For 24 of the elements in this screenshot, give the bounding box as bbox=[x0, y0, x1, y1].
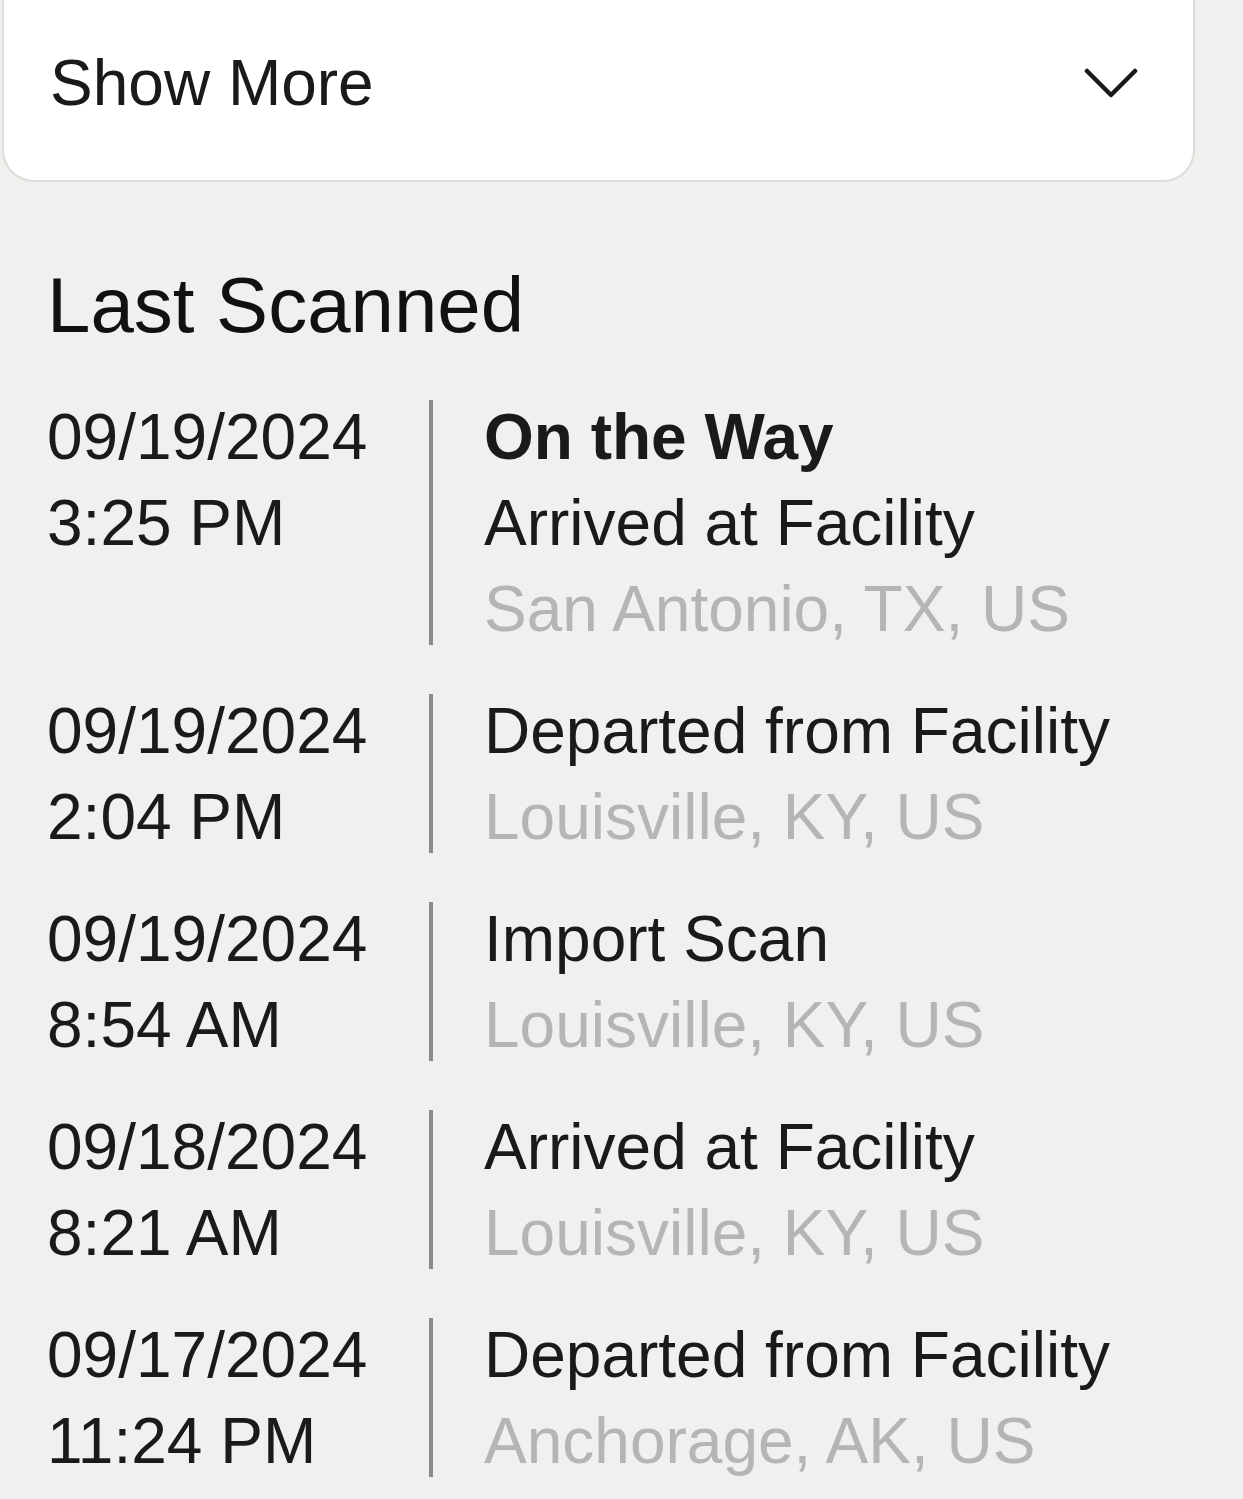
scan-date: 09/18/2024 bbox=[47, 1110, 369, 1185]
scan-date: 09/19/2024 bbox=[47, 400, 369, 475]
scan-event: Departed from Facility bbox=[484, 694, 1110, 769]
scan-location: Louisville, KY, US bbox=[484, 1196, 985, 1271]
scan-location: Louisville, KY, US bbox=[484, 780, 986, 855]
scan-event: Arrived at Facility bbox=[484, 486, 976, 561]
scan-event: Arrived at Facility bbox=[484, 1110, 976, 1185]
scan-date: 09/19/2024 bbox=[47, 902, 369, 977]
scan-event: Import Scan bbox=[484, 902, 831, 977]
scan-location: Anchorage, AK, US bbox=[484, 1404, 1037, 1479]
scan-time: 3:25 PM bbox=[47, 486, 287, 561]
scan-time: 8:54 AM bbox=[47, 988, 283, 1063]
scan-event: Departed from Facility bbox=[484, 1318, 1110, 1393]
show-more-button[interactable]: Show More bbox=[2, 0, 1195, 182]
scan-time: 2:04 PM bbox=[47, 780, 287, 855]
scan-location: San Antonio, TX, US bbox=[484, 572, 1070, 647]
scan-location: Louisville, KY, US bbox=[484, 988, 985, 1063]
scan-date: 09/17/2024 bbox=[47, 1318, 369, 1393]
scan-time: 8:21 AM bbox=[47, 1196, 283, 1271]
section-title: Last Scanned bbox=[47, 260, 526, 351]
scan-status: On the Way bbox=[484, 400, 835, 475]
chevron-down-icon bbox=[1084, 67, 1138, 99]
scan-time: 11:24 PM bbox=[47, 1404, 318, 1479]
scan-date: 09/19/2024 bbox=[47, 694, 369, 769]
